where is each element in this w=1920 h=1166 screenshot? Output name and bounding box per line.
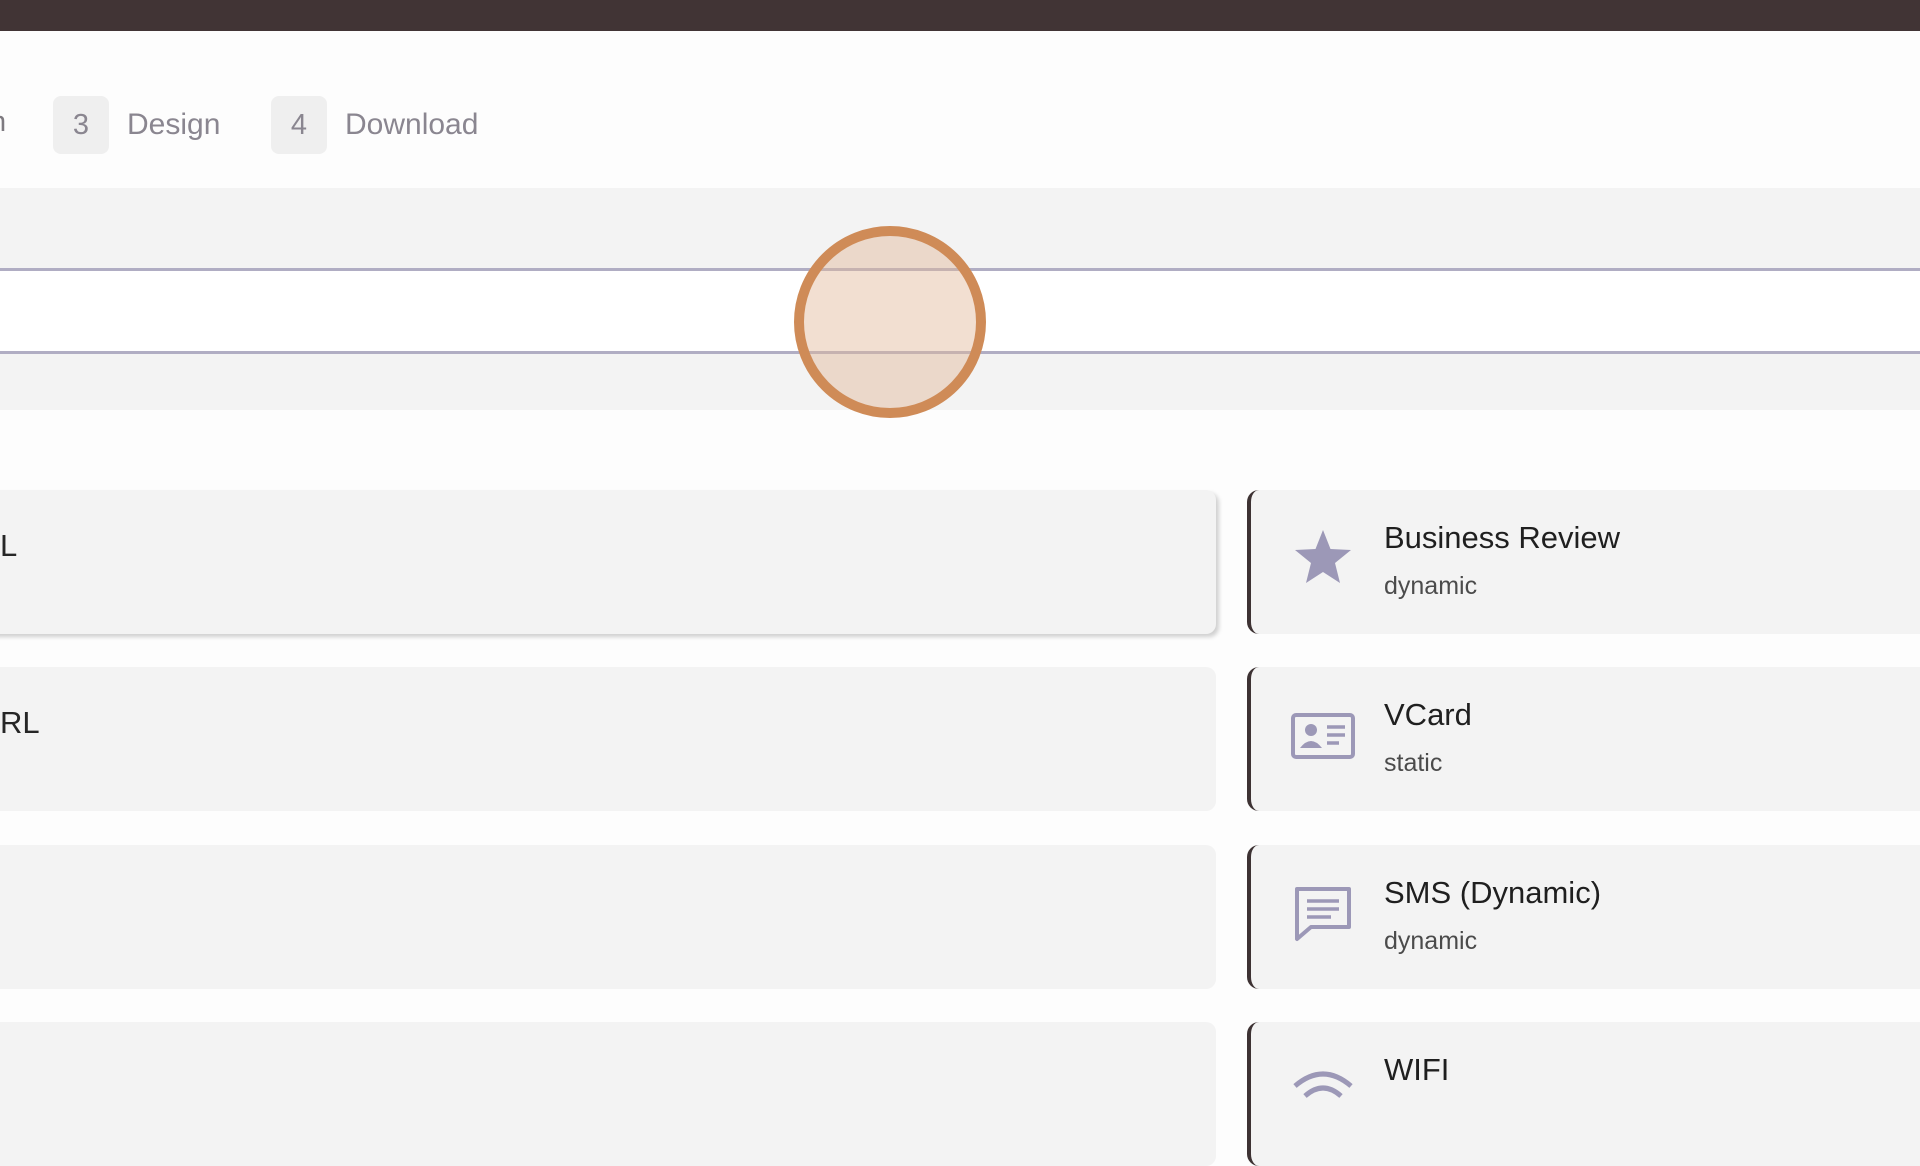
step-design[interactable]: 3 Design (53, 94, 220, 156)
stepper: n 3 Design 4 Download (0, 94, 700, 156)
qr-type-card-dynamic-url[interactable]: RL (0, 667, 1216, 811)
qr-type-card-sms-dynamic[interactable]: SMS (Dynamic) dynamic (1247, 845, 1920, 989)
message-icon (1295, 887, 1351, 941)
contact-card-icon (1291, 713, 1355, 759)
step-label: Download (345, 108, 479, 141)
card-subtitle: dynamic (1384, 572, 1478, 600)
star-icon (1295, 530, 1351, 583)
card-title: Business Review (1384, 520, 1621, 555)
step-2-label-partial[interactable]: n (0, 106, 6, 139)
url-input[interactable] (0, 268, 1920, 354)
step-label: Design (127, 108, 221, 141)
card-title: SMS (Dynamic) (1384, 875, 1602, 910)
card-title: RL (0, 705, 40, 740)
card-title: VCard (1384, 697, 1472, 732)
top-bar (0, 0, 1920, 31)
card-subtitle: static (1384, 749, 1443, 777)
step-download[interactable]: 4 Download (271, 94, 478, 156)
qr-type-card-url[interactable]: L (0, 490, 1216, 634)
step-number: 4 (271, 96, 327, 154)
card-subtitle: dynamic (1384, 927, 1478, 955)
qr-type-card-business-review[interactable]: Business Review dynamic (1247, 490, 1920, 634)
wifi-icon (1293, 1071, 1353, 1098)
card-title: WIFI (1384, 1052, 1450, 1087)
url-input-section (0, 188, 1920, 410)
qr-type-card[interactable] (0, 845, 1216, 989)
qr-type-card-wifi[interactable]: WIFI (1247, 1022, 1920, 1166)
step-number: 3 (53, 96, 109, 154)
card-title: L (0, 528, 18, 563)
qr-type-card[interactable] (0, 1022, 1216, 1166)
qr-type-card-vcard[interactable]: VCard static (1247, 667, 1920, 811)
